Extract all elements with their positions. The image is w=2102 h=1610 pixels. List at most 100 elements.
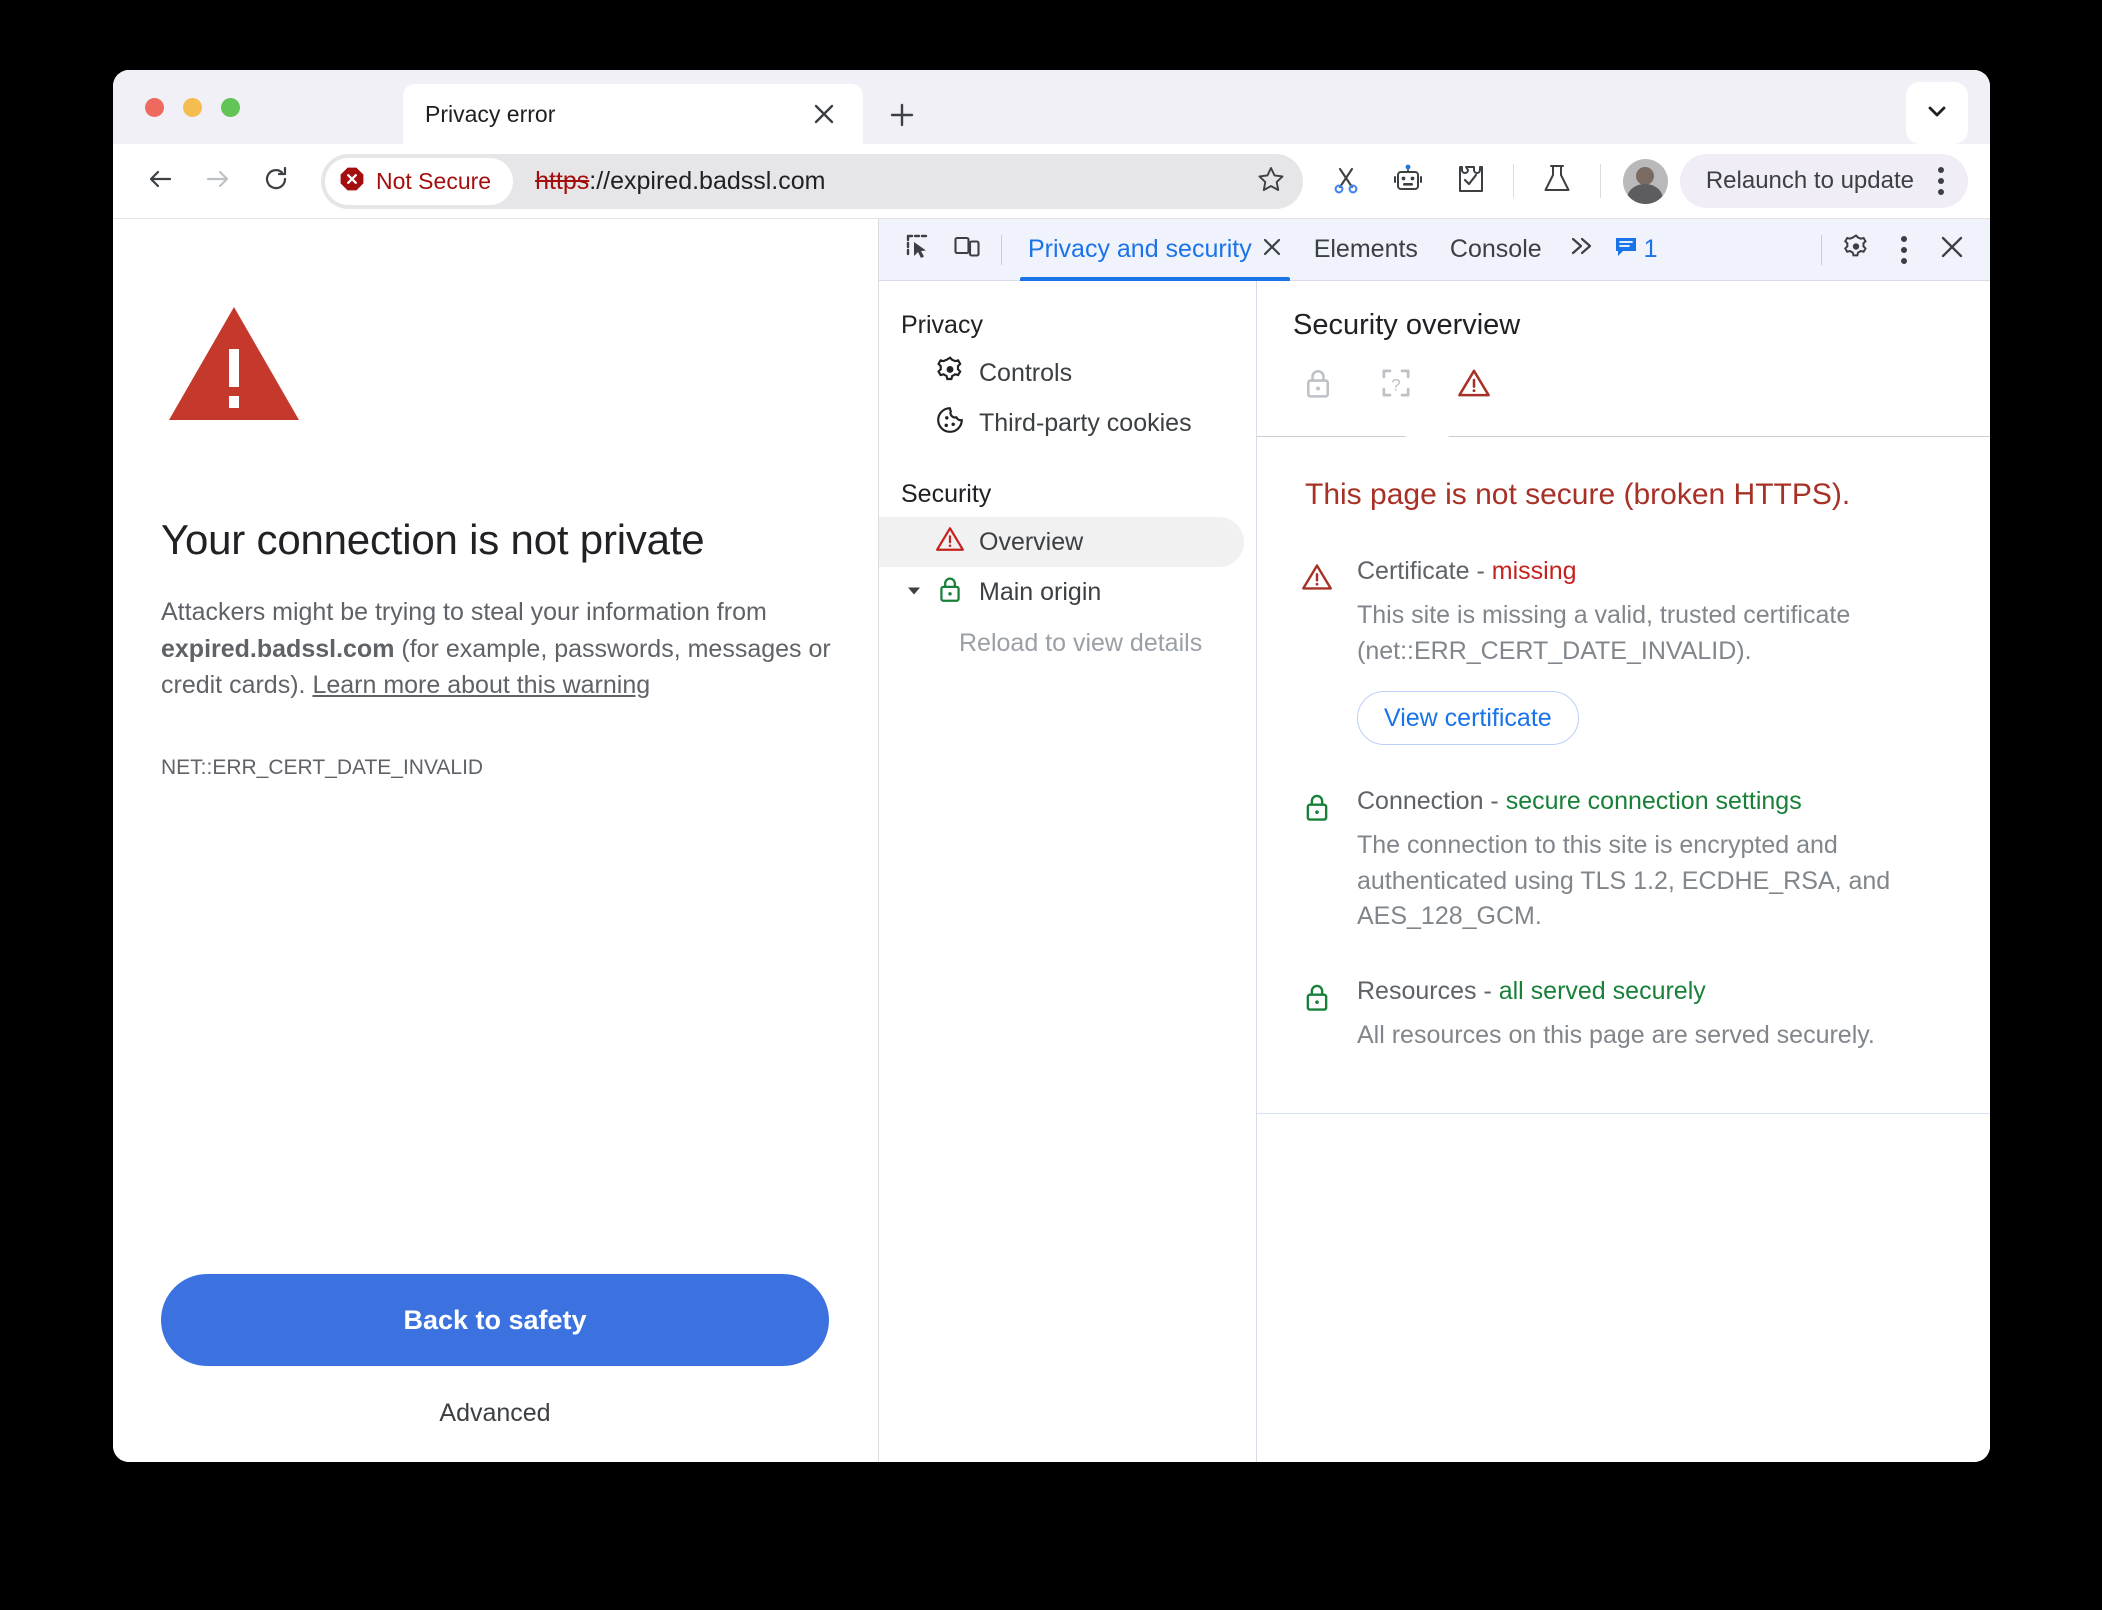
advanced-button[interactable]: Advanced: [161, 1399, 829, 1428]
device-toolbar-button[interactable]: [943, 226, 991, 274]
caret-down-icon[interactable]: [905, 578, 923, 607]
window-close-button[interactable]: [145, 98, 164, 117]
devtools-sidebar: Privacy Controls Third-party cookies Sec…: [879, 281, 1257, 1462]
tab-close-icon[interactable]: [1262, 236, 1282, 264]
extensions-button[interactable]: [1444, 155, 1496, 207]
sidebar-item-third-party-cookies[interactable]: Third-party cookies: [879, 398, 1244, 448]
forward-arrow-icon: [203, 164, 233, 199]
device-toolbar-icon: [953, 233, 981, 266]
devtools-toolbar: Privacy and security Elements Console 1: [879, 219, 1990, 281]
experiments-button[interactable]: [1531, 155, 1583, 207]
connection-label: Connection -: [1357, 787, 1506, 816]
flask-icon: [1541, 163, 1573, 200]
sidebar-item-main-origin[interactable]: Main origin: [879, 567, 1244, 617]
star-icon: [1257, 165, 1285, 198]
tab-title: Privacy error: [425, 100, 556, 127]
devtools-toolbar-right: [1811, 226, 1976, 274]
sidebar-group-privacy-title: Privacy: [901, 311, 983, 339]
not-secure-icon: [339, 166, 365, 197]
sidebar-group-security-title: Security: [901, 480, 992, 508]
devtools-close-button[interactable]: [1928, 226, 1976, 274]
new-tab-button[interactable]: [885, 98, 919, 132]
url-text: https://expired.badssl.com: [535, 167, 1249, 196]
sidebar-item-overview[interactable]: Overview: [879, 517, 1244, 567]
devtools-toolbar-divider: [1001, 234, 1002, 265]
url-rest: ://expired.badssl.com: [589, 166, 826, 195]
unknown-bracket-icon[interactable]: ?: [1379, 366, 1413, 405]
page-description: Attackers might be trying to steal your …: [161, 594, 833, 704]
window-minimize-button[interactable]: [183, 98, 202, 117]
toolbar-divider-2: [1599, 164, 1601, 198]
sidebar-reload-hint: Reload to view details: [959, 629, 1203, 657]
tab-search-button[interactable]: [1906, 82, 1968, 144]
browser-tab[interactable]: Privacy error: [403, 84, 863, 144]
scissors-icon: [1330, 163, 1362, 200]
chevron-down-icon: [1924, 98, 1950, 129]
browser-window: Privacy error Not Secure https://expired…: [113, 70, 1990, 1462]
cookie-icon: [935, 405, 965, 442]
security-details-scroll: This page is not secure (broken HTTPS).: [1257, 437, 1990, 1462]
view-certificate-button[interactable]: View certificate: [1357, 691, 1579, 746]
privacy-error-page: Your connection is not private Attackers…: [113, 219, 879, 1462]
resources-heading: Resources - all served securely: [1357, 977, 1930, 1006]
resources-text: Resources - all served securely All reso…: [1357, 977, 1930, 1054]
resources-status: all served securely: [1498, 976, 1706, 1005]
relaunch-to-update-button[interactable]: Relaunch to update: [1679, 154, 1968, 208]
tab-console[interactable]: Console: [1434, 219, 1558, 281]
inspect-element-button[interactable]: [895, 226, 943, 274]
reload-button[interactable]: [247, 152, 305, 210]
security-overview-header: Security overview ?: [1257, 281, 1990, 405]
tab-close-icon[interactable]: [807, 97, 841, 131]
sidebar-item-controls-label: Controls: [979, 358, 1073, 387]
warning-triangle-icon: [935, 524, 965, 561]
security-status-badge[interactable]: Not Secure: [325, 157, 514, 205]
chevron-right-double-icon: [1568, 234, 1594, 264]
tab-privacy-and-security-label: Privacy and security: [1028, 235, 1252, 263]
back-to-safety-button[interactable]: Back to safety: [161, 1274, 829, 1366]
resources-label: Resources -: [1357, 976, 1499, 1005]
sidebar-item-overview-label: Overview: [979, 527, 1084, 556]
devtools-menu-button[interactable]: [1880, 226, 1928, 274]
avatar[interactable]: [1622, 158, 1668, 204]
avatar-head: [1636, 167, 1655, 186]
sidebar-item-controls[interactable]: Controls: [879, 348, 1244, 398]
kebab-menu-icon[interactable]: [1928, 163, 1954, 199]
security-section-divider: [1257, 1113, 1990, 1115]
inspect-element-icon: [905, 233, 933, 266]
screenshot-tool-button[interactable]: [1320, 155, 1372, 207]
avatar-body: [1627, 183, 1663, 204]
more-tabs-button[interactable]: [1558, 234, 1604, 265]
exclamation-bar: [229, 349, 239, 387]
divider-line: [1257, 436, 1990, 437]
devtools-settings-button[interactable]: [1832, 226, 1880, 274]
certificate-label: Certificate -: [1357, 557, 1492, 586]
back-arrow-icon: [145, 164, 175, 199]
connection-status[interactable]: secure connection settings: [1506, 787, 1802, 815]
window-traffic-lights: [145, 98, 240, 117]
security-block-connection: Connection - secure connection settings …: [1257, 745, 1990, 935]
lock-icon[interactable]: [1301, 366, 1335, 405]
connection-heading: Connection - secure connection settings: [1357, 787, 1930, 816]
issues-icon: [1614, 235, 1638, 264]
address-bar[interactable]: Not Secure https://expired.badssl.com: [321, 153, 1303, 209]
exclamation-dot: [229, 396, 239, 408]
error-code: NET::ERR_CERT_DATE_INVALID: [161, 755, 484, 779]
issues-counter[interactable]: 1: [1604, 235, 1668, 264]
assistant-button[interactable]: [1382, 155, 1434, 207]
window-maximize-button[interactable]: [221, 98, 240, 117]
learn-more-link[interactable]: Learn more about this warning: [312, 671, 650, 699]
tab-strip: Privacy error: [113, 70, 1990, 144]
lock-icon: [1301, 787, 1335, 935]
forward-button[interactable]: [189, 152, 247, 210]
window-body: Your connection is not private Attackers…: [113, 219, 1990, 1462]
bookmark-button[interactable]: [1249, 159, 1293, 203]
back-button[interactable]: [131, 152, 189, 210]
extension-icon: [1454, 163, 1486, 200]
tab-privacy-and-security[interactable]: Privacy and security: [1012, 219, 1298, 281]
tab-elements[interactable]: Elements: [1298, 219, 1434, 281]
warning-triangle-icon[interactable]: [1457, 366, 1491, 405]
close-icon: [1939, 234, 1965, 265]
devtools-toolbar-divider-2: [1821, 234, 1822, 265]
devtools-body: Privacy Controls Third-party cookies Sec…: [879, 281, 1990, 1462]
relaunch-label: Relaunch to update: [1705, 167, 1914, 194]
